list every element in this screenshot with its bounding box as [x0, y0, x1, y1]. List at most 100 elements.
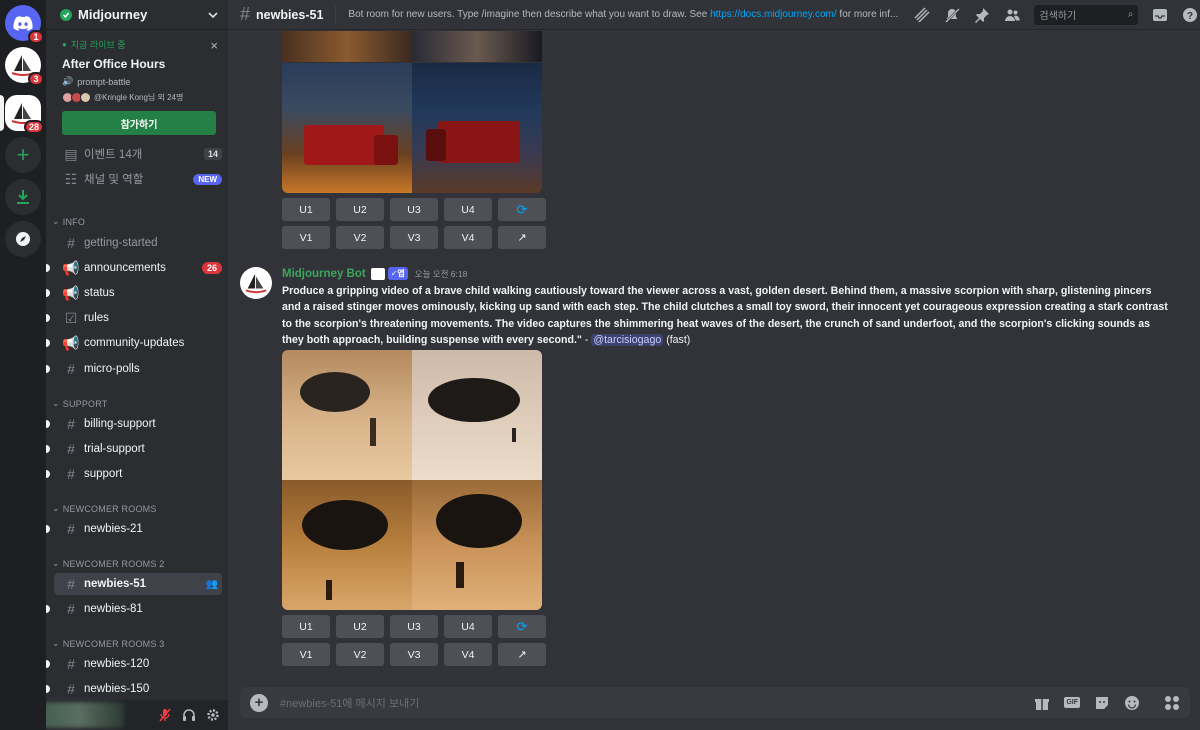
- variation-buttons-row: V1 V2 V3 V4 ↗: [282, 643, 546, 666]
- image-grid-trucks[interactable]: [282, 31, 542, 193]
- variation-2-button[interactable]: V2: [336, 643, 384, 666]
- author-name[interactable]: Midjourney Bot: [282, 268, 366, 280]
- variation-4-button[interactable]: V4: [444, 643, 492, 666]
- bot-avatar[interactable]: [240, 267, 272, 299]
- user-mention[interactable]: @tarcisiogago: [591, 334, 664, 347]
- download-icon: [17, 190, 29, 204]
- generated-image[interactable]: [282, 350, 412, 480]
- channel-community-updates[interactable]: 📢 community-updates: [46, 332, 222, 354]
- download-apps-button[interactable]: [5, 179, 41, 215]
- member-list-icon[interactable]: [1004, 7, 1020, 23]
- live-event-title: After Office Hours: [62, 57, 166, 71]
- channel-getting-started[interactable]: # getting-started: [54, 232, 222, 254]
- channel-announcements[interactable]: 📢 announcements 26: [46, 257, 222, 279]
- upscale-1-button[interactable]: U1: [282, 198, 330, 221]
- gif-button[interactable]: GIF: [1064, 697, 1080, 708]
- gift-icon[interactable]: [1034, 695, 1050, 711]
- reroll-button[interactable]: ⟳: [498, 198, 546, 221]
- message-input[interactable]: #newbies-51에 메시지 보내기: [280, 695, 1034, 711]
- unread-indicator: [46, 605, 50, 613]
- headphones-icon[interactable]: [182, 708, 196, 722]
- server-icon-1[interactable]: 3: [5, 47, 44, 86]
- server-header[interactable]: Midjourney: [46, 0, 228, 30]
- channel-newbies-120[interactable]: # newbies-120: [46, 653, 222, 675]
- server-icon-midjourney[interactable]: 28: [5, 95, 44, 134]
- image-grid-scorpion[interactable]: [282, 350, 542, 610]
- channel-newbies-51[interactable]: # newbies-51 👥: [54, 573, 222, 595]
- refresh-icon: ⟳: [516, 618, 528, 634]
- upscale-4-button[interactable]: U4: [444, 615, 492, 638]
- generated-image[interactable]: [412, 350, 542, 480]
- create-invite-icon[interactable]: 👥: [206, 579, 218, 590]
- apps-icon[interactable]: [1164, 695, 1180, 711]
- variation-buttons-row: V1 V2 V3 V4 ↗: [282, 226, 546, 249]
- channel-newbies-81[interactable]: # newbies-81: [46, 598, 222, 620]
- help-icon[interactable]: ?: [1182, 7, 1198, 23]
- channel-newbies-150[interactable]: # newbies-150: [46, 678, 222, 700]
- channel-rules[interactable]: ☑ rules: [46, 307, 222, 329]
- pin-icon[interactable]: [974, 7, 990, 23]
- generated-image[interactable]: [412, 31, 542, 62]
- category-newcomer-rooms-3[interactable]: ⌄ NEWCOMER ROOMS 3: [52, 638, 164, 649]
- channels-roles-label: 채널 및 역할: [84, 174, 144, 186]
- events-item[interactable]: ▤ 이벤트 14개 14: [54, 143, 222, 165]
- direct-messages-button[interactable]: 1: [5, 5, 44, 44]
- close-icon[interactable]: ×: [210, 38, 218, 53]
- generated-image[interactable]: [282, 62, 412, 193]
- variation-4-button[interactable]: V4: [444, 226, 492, 249]
- upscale-1-button[interactable]: U1: [282, 615, 330, 638]
- channel-trial-support[interactable]: # trial-support: [46, 438, 222, 460]
- category-newcomer-rooms-2[interactable]: ⌄ NEWCOMER ROOMS 2: [52, 558, 164, 569]
- generated-image[interactable]: [282, 480, 412, 610]
- channel-support[interactable]: # support: [46, 463, 222, 485]
- upscale-2-button[interactable]: U2: [336, 198, 384, 221]
- category-support[interactable]: ⌄ SUPPORT: [52, 398, 108, 409]
- open-web-button[interactable]: ↗: [498, 226, 546, 249]
- channels-roles-item[interactable]: ☷ 채널 및 역할 NEW: [54, 168, 222, 190]
- generated-image[interactable]: [412, 480, 542, 610]
- megaphone-icon: 📢: [62, 284, 80, 301]
- unread-indicator: [46, 365, 50, 373]
- channel-micro-polls[interactable]: # micro-polls: [46, 358, 222, 380]
- category-info[interactable]: ⌄ INFO: [52, 216, 85, 227]
- channel-status[interactable]: 📢 status: [46, 282, 222, 304]
- search-input[interactable]: 검색하기 ⌕: [1034, 4, 1139, 25]
- variation-3-button[interactable]: V3: [390, 643, 438, 666]
- explore-servers-button[interactable]: [5, 221, 41, 257]
- mic-muted-icon[interactable]: [158, 708, 172, 722]
- upscale-4-button[interactable]: U4: [444, 198, 492, 221]
- attach-plus-button[interactable]: +: [250, 693, 268, 712]
- variation-3-button[interactable]: V3: [390, 226, 438, 249]
- upscale-2-button[interactable]: U2: [336, 615, 384, 638]
- unread-indicator: [46, 264, 50, 272]
- channel-header: # newbies-51 Bot room for new users. Typ…: [228, 0, 1200, 30]
- upscale-3-button[interactable]: U3: [390, 198, 438, 221]
- upscale-3-button[interactable]: U3: [390, 615, 438, 638]
- user-avatar-blurred[interactable]: [46, 702, 124, 728]
- channel-topic[interactable]: Bot room for new users. Type /imagine th…: [348, 9, 904, 20]
- variation-1-button[interactable]: V1: [282, 643, 330, 666]
- variation-2-button[interactable]: V2: [336, 226, 384, 249]
- add-server-button[interactable]: +: [5, 137, 41, 173]
- sticker-icon[interactable]: [1094, 695, 1110, 711]
- reroll-button[interactable]: ⟳: [498, 615, 546, 638]
- generated-image[interactable]: [412, 62, 542, 193]
- emoji-icon[interactable]: [1124, 695, 1140, 711]
- discord-window: 1 3 28 + Midjourney ● 지금 라이브 중 × After O…: [0, 0, 1200, 730]
- channel-title: newbies-51: [256, 7, 324, 22]
- channel-newbies-21[interactable]: # newbies-21: [46, 518, 222, 540]
- variation-1-button[interactable]: V1: [282, 226, 330, 249]
- inbox-icon[interactable]: [1152, 7, 1168, 23]
- threads-icon[interactable]: [914, 6, 930, 23]
- notification-muted-icon[interactable]: [944, 7, 961, 23]
- generated-image[interactable]: [282, 31, 412, 62]
- settings-gear-icon[interactable]: [206, 708, 220, 722]
- user-panel: [46, 700, 228, 730]
- topic-link[interactable]: https://docs.midjourney.com/: [710, 9, 837, 20]
- category-newcomer-rooms[interactable]: ⌄ NEWCOMER ROOMS: [52, 503, 157, 514]
- unread-indicator: [46, 445, 50, 453]
- join-stage-button[interactable]: 참가하기: [62, 111, 216, 135]
- open-web-button[interactable]: ↗: [498, 643, 546, 666]
- events-label: 이벤트 14개: [84, 149, 143, 161]
- channel-billing-support[interactable]: # billing-support: [46, 413, 222, 435]
